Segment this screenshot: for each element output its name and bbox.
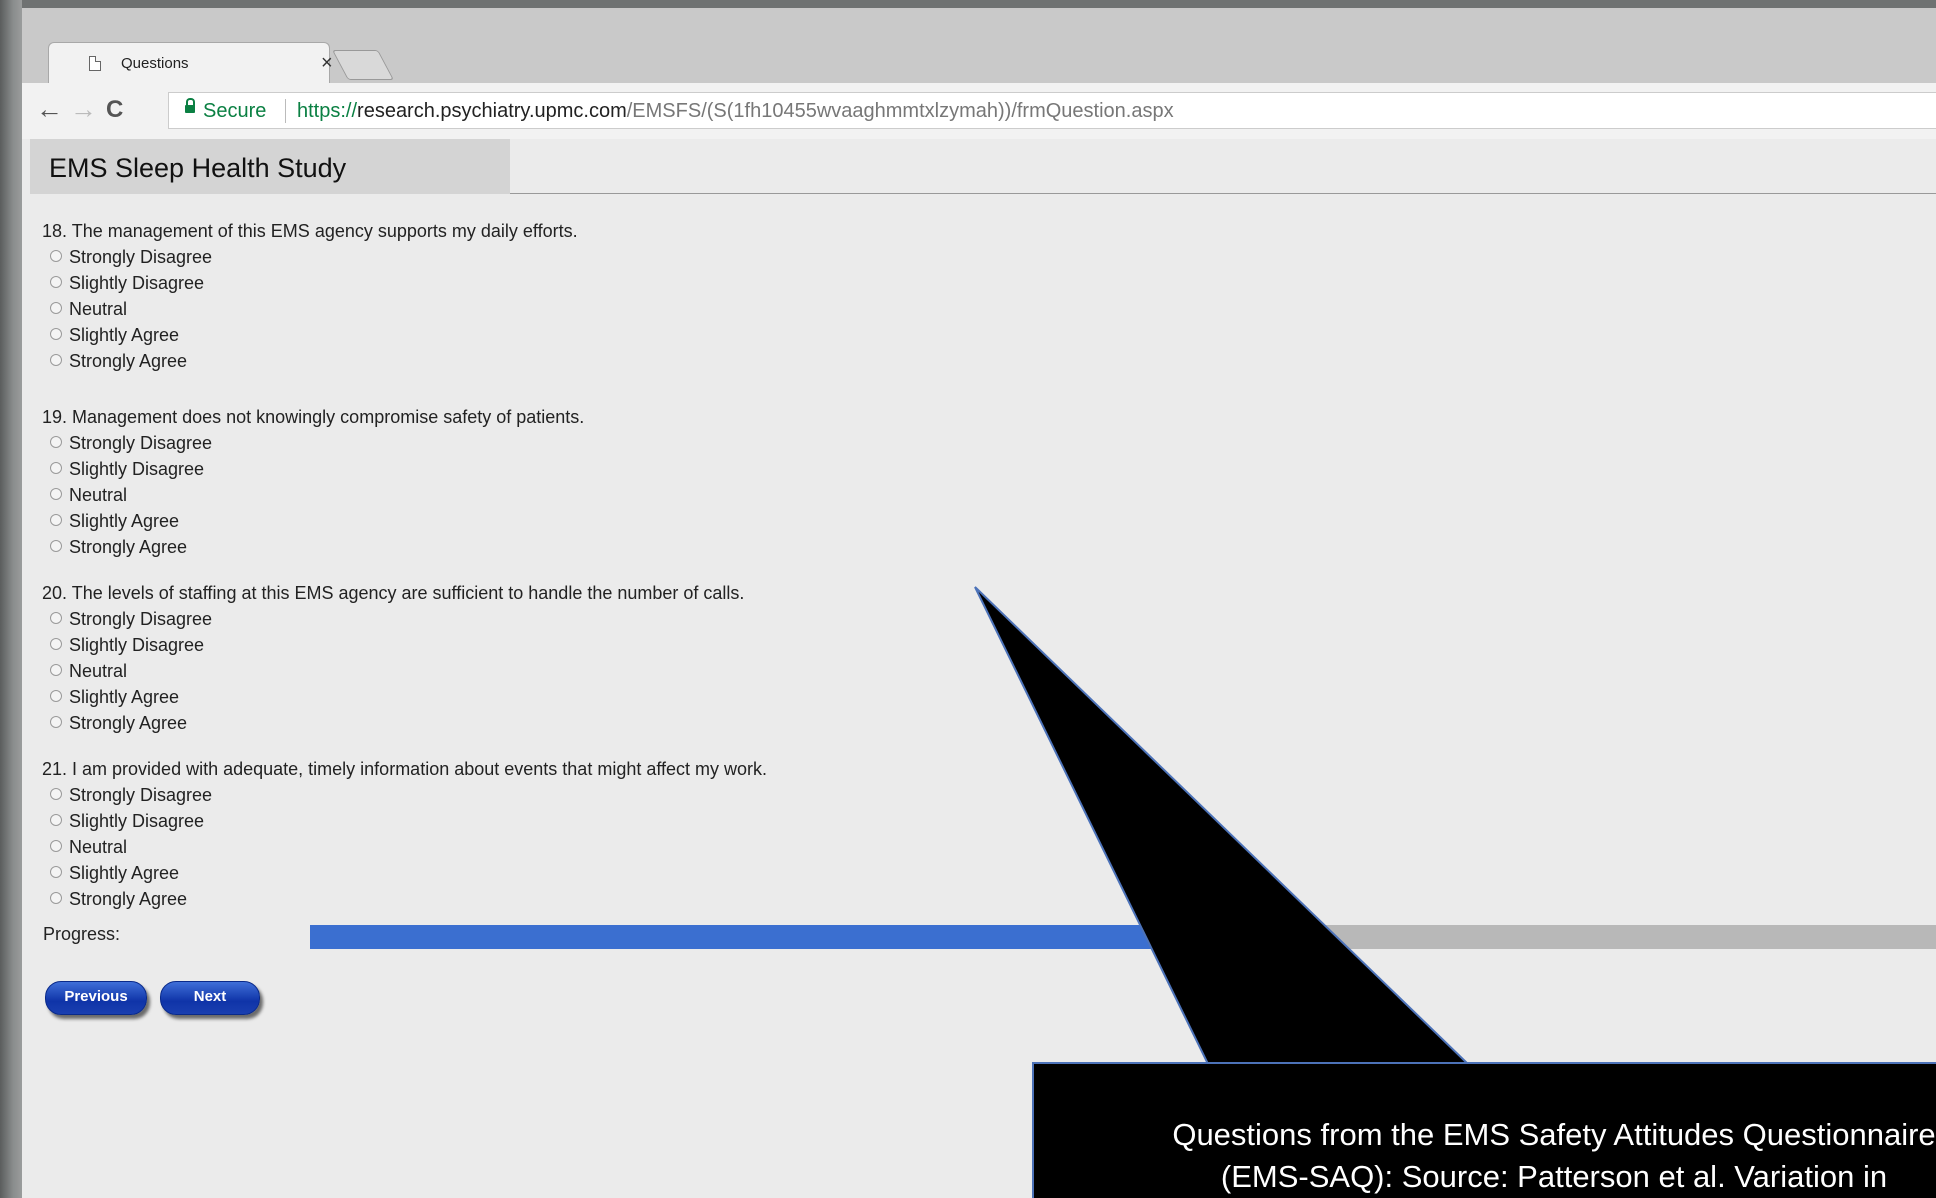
callout-box: Questions from the EMS Safety Attitudes … [1032, 1062, 1936, 1198]
callout-line-2: (EMS-SAQ): Source: Patterson et al. Vari… [1220, 1159, 1888, 1194]
callout-text: Questions from the EMS Safety Attitudes … [1074, 1114, 1936, 1198]
callout-pointer [974, 586, 1471, 1065]
callout-line-1: Questions from the EMS Safety Attitudes … [1172, 1117, 1936, 1152]
